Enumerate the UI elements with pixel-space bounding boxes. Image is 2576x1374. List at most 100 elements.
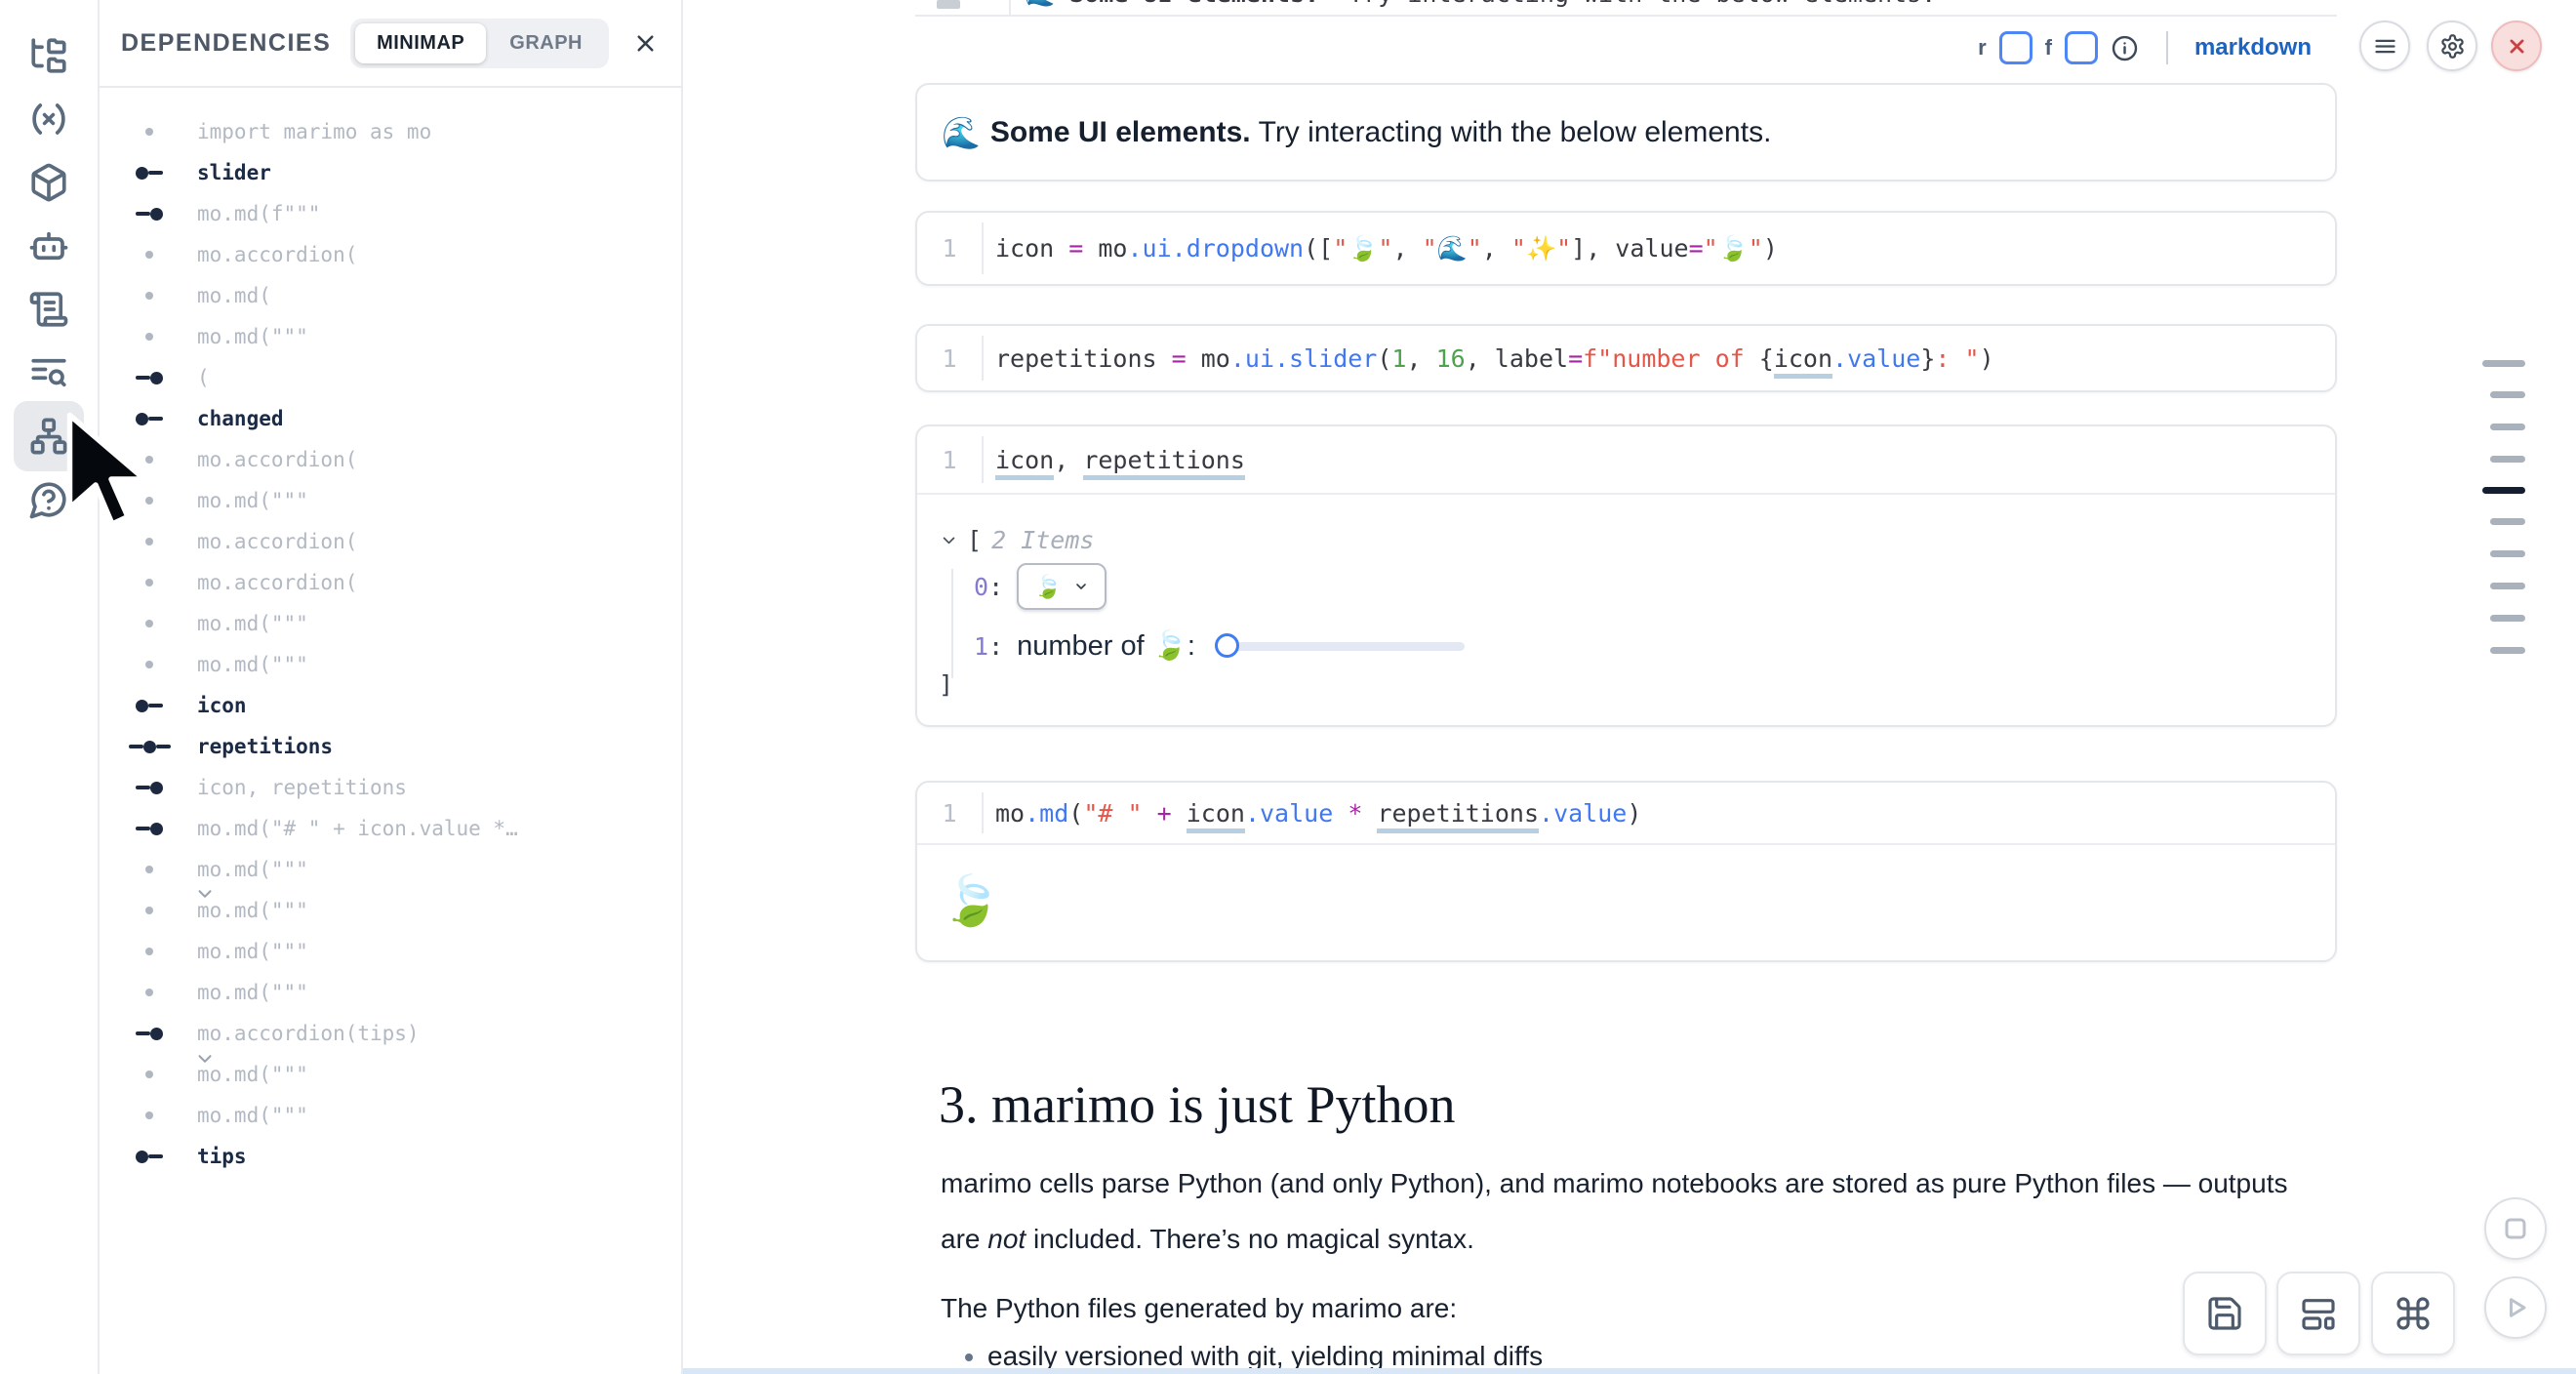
minimap-item[interactable]: mo.md(""" (100, 849, 681, 890)
cell-dot-marker (127, 1071, 172, 1078)
help-bubble-icon (28, 479, 69, 520)
cell-icon-repetitions[interactable]: 1 icon, repetitions [ 2 Items 0 : 🍃 1 : … (915, 424, 2337, 727)
minimap-item[interactable]: mo.accordion(tips) (100, 1013, 681, 1054)
save-button[interactable] (2183, 1272, 2267, 1355)
outline-bar[interactable] (2490, 583, 2525, 589)
play-icon (2498, 1290, 2533, 1325)
minimap-item[interactable]: mo.md(""" (100, 480, 681, 521)
output-collapse-chevron[interactable] (194, 883, 216, 905)
minimap-item[interactable]: changed (100, 398, 681, 439)
minimap-item[interactable]: mo.accordion( (100, 439, 681, 480)
cell-dot-marker (127, 579, 172, 586)
minimap-item[interactable]: mo.md(""" (100, 1054, 681, 1095)
sidebar-item-variables[interactable] (14, 84, 84, 154)
outline-bar-active[interactable] (2482, 487, 2525, 494)
sidebar-item-ai-assistant[interactable] (14, 211, 84, 281)
minimap-item[interactable]: mo.accordion( (100, 562, 681, 603)
cell-edge-marker (127, 167, 172, 180)
minimap-item[interactable]: mo.md(""" (100, 931, 681, 972)
panel-close-button[interactable] (628, 26, 662, 60)
minimap-item-label: icon, repetitions (197, 776, 407, 799)
slider-handle[interactable] (1215, 633, 1239, 658)
minimap-item[interactable]: import marimo as mo (100, 111, 681, 152)
run-button[interactable] (2484, 1276, 2547, 1339)
sidebar-item-help[interactable] (14, 465, 84, 535)
minimap-item[interactable]: mo.accordion( (100, 234, 681, 275)
outline-bar[interactable] (2490, 550, 2525, 557)
line-number: 1 (917, 426, 982, 493)
shutdown-button[interactable] (2491, 20, 2542, 71)
minimap-item-label: mo.md("# " + icon.value *… (197, 817, 518, 840)
section-collapse-chevron[interactable] (194, 1048, 216, 1070)
minimap-item[interactable]: icon, repetitions (100, 767, 681, 808)
outline-bar[interactable] (2490, 424, 2525, 430)
wave-emoji: 🌊 (942, 114, 981, 151)
minimap-item[interactable]: mo.md(""" (100, 316, 681, 357)
cell-edge-marker (127, 1151, 172, 1163)
info-button[interactable] (2111, 33, 2140, 62)
minimap-item[interactable]: mo.md(""" (100, 644, 681, 685)
sidebar-item-logs[interactable] (14, 274, 84, 344)
layout-button[interactable] (2276, 1272, 2360, 1355)
outline-bar[interactable] (2490, 456, 2525, 463)
language-label[interactable]: markdown (2194, 34, 2312, 61)
sidebar-item-packages[interactable] (14, 147, 84, 218)
minimap-item[interactable]: repetitions (100, 726, 681, 767)
tree-output-header[interactable]: [ 2 Items (941, 526, 1094, 554)
cell-icon-dropdown[interactable]: 1 icon = mo.ui.dropdown(["🍃", "🌊", "✨"],… (915, 211, 2337, 286)
fstring-checkbox[interactable] (2065, 31, 2098, 64)
cell-dot-marker (127, 497, 172, 505)
minimap-item[interactable]: icon (100, 685, 681, 726)
code-line[interactable]: repetitions = mo.ui.slider(1, 16, label=… (995, 344, 1994, 373)
minimap-item[interactable]: mo.md(""" (100, 1095, 681, 1136)
outline-bar[interactable] (2490, 391, 2525, 398)
notebook-menu-button[interactable] (2359, 20, 2410, 71)
layout-template-icon (2299, 1294, 2338, 1333)
settings-button[interactable] (2427, 20, 2477, 71)
tab-graph[interactable]: GRAPH (488, 23, 604, 63)
cell-md-repeat[interactable]: 1 mo.md("# " + icon.value * repetitions.… (915, 781, 2337, 962)
cell-edge-marker (127, 823, 172, 835)
outline-bar[interactable] (2482, 360, 2525, 367)
sidebar-item-file-explorer[interactable] (14, 20, 84, 91)
outline-bar[interactable] (2490, 615, 2525, 622)
minimap-item[interactable]: mo.md("# " + icon.value *… (100, 808, 681, 849)
cell-dot-marker (127, 292, 172, 300)
slider-track[interactable] (1215, 642, 1465, 651)
minimap-item[interactable]: slider (100, 152, 681, 193)
scrolled-markdown-editor[interactable]: 🌊 Some UI elements. Try interacting with… (915, 0, 2337, 17)
minimap-item[interactable]: mo.md(""" (100, 972, 681, 1013)
gutter-divider (982, 222, 984, 274)
code-line[interactable]: icon = mo.ui.dropdown(["🍃", "🌊", "✨"], v… (995, 234, 1778, 263)
open-bracket: [ (967, 526, 982, 554)
cell-drag-handle[interactable] (937, 0, 960, 9)
sidebar-item-snippets[interactable] (14, 338, 84, 408)
keyboard-shortcuts-button[interactable] (2371, 1272, 2455, 1355)
cell-edge-marker (127, 700, 172, 712)
stop-button[interactable] (2484, 1197, 2547, 1260)
minimap-item[interactable]: ( (100, 357, 681, 398)
repetitions-slider-widget[interactable] (1215, 633, 1465, 659)
outline-bar[interactable] (2490, 518, 2525, 525)
section-heading: 3. marimo is just Python (939, 1074, 1456, 1135)
cell-dot-marker (127, 538, 172, 546)
minimap-item-label: mo.md(""" (197, 858, 308, 881)
cell-repetitions-slider[interactable]: 1 repetitions = mo.ui.slider(1, 16, labe… (915, 324, 2337, 392)
code-line[interactable]: mo.md("# " + icon.value * repetitions.va… (995, 799, 1641, 828)
cell-edge-marker (127, 372, 172, 384)
minimap-item[interactable]: mo.accordion( (100, 521, 681, 562)
leaf-emoji: 🍃 (1034, 574, 1063, 600)
line-number: 1 (917, 783, 982, 843)
minimap-item-label: repetitions (197, 735, 333, 758)
icon-dropdown-widget[interactable]: 🍃 (1017, 563, 1107, 610)
minimap-item[interactable]: mo.md(f""" (100, 193, 681, 234)
minimap-item[interactable]: mo.md(""" (100, 603, 681, 644)
outline-bar[interactable] (2490, 647, 2525, 654)
minimap-item[interactable]: tips (100, 1136, 681, 1177)
sidebar-item-dependencies[interactable] (14, 401, 84, 471)
code-line[interactable]: icon, repetitions (995, 446, 1245, 474)
tab-minimap[interactable]: MINIMAP (355, 23, 486, 63)
reference-checkbox[interactable] (1999, 31, 2033, 64)
minimap-item[interactable]: mo.md( (100, 275, 681, 316)
minimap-item[interactable]: mo.md(""" (100, 890, 681, 931)
